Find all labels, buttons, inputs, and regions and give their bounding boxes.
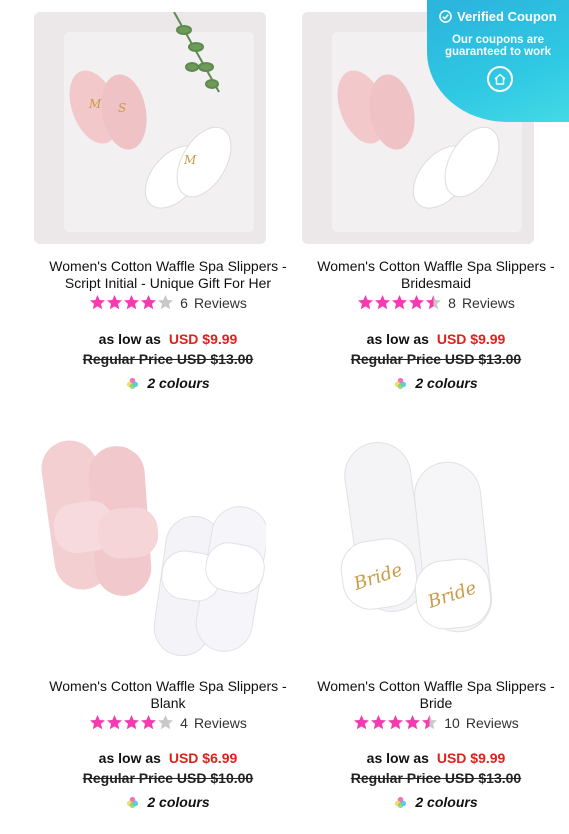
colour-count: 2 colours bbox=[415, 794, 478, 810]
star-icon bbox=[405, 715, 421, 730]
price-row: as low as USD $9.99 bbox=[302, 331, 569, 347]
coupon-tagline: Our coupons are guaranteed to work bbox=[444, 34, 552, 58]
svg-text:M: M bbox=[183, 153, 197, 167]
as-low-as-label: as low as bbox=[366, 750, 429, 766]
star-icon bbox=[107, 715, 123, 730]
slippers-photo-script-initial: M S M bbox=[34, 12, 266, 244]
home-icon[interactable] bbox=[487, 66, 513, 92]
current-price: USD $9.99 bbox=[436, 750, 506, 766]
star-icon bbox=[141, 715, 157, 730]
reviews-count: 8 bbox=[448, 294, 456, 311]
current-price: USD $6.99 bbox=[168, 750, 238, 766]
star-icon bbox=[388, 715, 404, 730]
regular-price: Regular Price USD $10.00 bbox=[82, 770, 254, 786]
product-title[interactable]: Women's Cotton Waffle Spa Slippers - Bri… bbox=[302, 258, 569, 292]
star-rating bbox=[353, 714, 438, 731]
star-icon bbox=[124, 295, 140, 310]
star-icon bbox=[354, 715, 370, 730]
rating-row[interactable]: 8 Reviews bbox=[302, 294, 569, 311]
product-image[interactable] bbox=[34, 432, 266, 664]
price-row: as low as USD $9.99 bbox=[34, 331, 302, 347]
reviews-label: Reviews bbox=[193, 294, 247, 311]
slippers-photo-blank bbox=[34, 432, 266, 664]
check-circle-icon bbox=[439, 10, 452, 23]
rating-row[interactable]: 6 Reviews bbox=[34, 294, 302, 311]
rating-row[interactable]: 4 Reviews bbox=[34, 714, 302, 731]
regular-price: Regular Price USD $13.00 bbox=[82, 351, 254, 367]
product-title[interactable]: Women's Cotton Waffle Spa Slippers - Scr… bbox=[34, 258, 302, 292]
colour-options[interactable]: 2 colours bbox=[34, 794, 302, 810]
star-rating bbox=[357, 294, 442, 311]
svg-text:S: S bbox=[118, 101, 126, 115]
star-icon bbox=[158, 715, 174, 730]
star-icon bbox=[409, 295, 425, 310]
as-low-as-label: as low as bbox=[366, 331, 429, 347]
colour-options[interactable]: 2 colours bbox=[302, 375, 569, 391]
reviews-label: Reviews bbox=[465, 714, 519, 731]
colour-count: 2 colours bbox=[147, 375, 210, 391]
colour-wheel-icon bbox=[394, 796, 407, 809]
as-low-as-label: as low as bbox=[98, 750, 161, 766]
product-title[interactable]: Women's Cotton Waffle Spa Slippers - Bri… bbox=[302, 678, 569, 712]
star-icon bbox=[107, 295, 123, 310]
current-price: USD $9.99 bbox=[436, 331, 506, 347]
colour-wheel-icon bbox=[126, 796, 139, 809]
colour-wheel-icon bbox=[394, 377, 407, 390]
star-icon bbox=[358, 295, 374, 310]
product-grid: M S M Women's Cotton Waffle Spa Slippers… bbox=[0, 0, 569, 834]
colour-count: 2 colours bbox=[147, 794, 210, 810]
reviews-label: Reviews bbox=[461, 294, 515, 311]
star-icon bbox=[375, 295, 391, 310]
regular-price: Regular Price USD $13.00 bbox=[350, 770, 522, 786]
reviews-count: 4 bbox=[180, 714, 188, 731]
svg-text:M: M bbox=[88, 97, 102, 111]
star-icon bbox=[90, 295, 106, 310]
as-low-as-label: as low as bbox=[98, 331, 161, 347]
rating-row[interactable]: 10 Reviews bbox=[302, 714, 569, 731]
star-icon bbox=[158, 295, 174, 310]
star-rating bbox=[89, 294, 174, 311]
product-title[interactable]: Women's Cotton Waffle Spa Slippers - Bla… bbox=[34, 678, 302, 712]
colour-count: 2 colours bbox=[415, 375, 478, 391]
reviews-label: Reviews bbox=[193, 714, 247, 731]
slippers-photo-bride: Bride Bride bbox=[302, 432, 534, 664]
star-icon bbox=[392, 295, 408, 310]
reviews-count: 6 bbox=[180, 294, 188, 311]
star-icon bbox=[426, 295, 442, 310]
colour-options[interactable]: 2 colours bbox=[34, 375, 302, 391]
product-image[interactable]: Bride Bride bbox=[302, 432, 534, 664]
star-icon bbox=[422, 715, 438, 730]
current-price: USD $9.99 bbox=[168, 331, 238, 347]
price-row: as low as USD $6.99 bbox=[34, 750, 302, 766]
star-icon bbox=[124, 715, 140, 730]
coupon-title: Verified Coupon bbox=[457, 9, 557, 24]
regular-price: Regular Price USD $13.00 bbox=[350, 351, 522, 367]
reviews-count: 10 bbox=[444, 714, 460, 731]
colour-wheel-icon bbox=[126, 377, 139, 390]
star-icon bbox=[141, 295, 157, 310]
star-icon bbox=[371, 715, 387, 730]
colour-options[interactable]: 2 colours bbox=[302, 794, 569, 810]
product-image[interactable]: M S M bbox=[34, 12, 266, 244]
star-rating bbox=[89, 714, 174, 731]
star-icon bbox=[90, 715, 106, 730]
price-row: as low as USD $9.99 bbox=[302, 750, 569, 766]
